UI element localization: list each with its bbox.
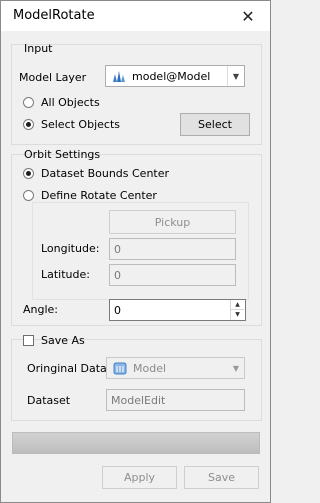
angle-value: 0 xyxy=(114,303,121,317)
close-icon: ✕ xyxy=(241,6,255,26)
latitude-label: Latitude: xyxy=(41,268,90,281)
model-layer-icon xyxy=(113,71,125,82)
title-bar: ModelRotate ✕ xyxy=(1,1,270,31)
progress-bar xyxy=(12,432,260,454)
dataset-label: Dataset xyxy=(27,394,71,407)
angle-spin-buttons[interactable]: ▲ ▼ xyxy=(230,300,244,320)
dataset-field[interactable]: ModelEdit xyxy=(106,389,245,411)
angle-label: Angle: xyxy=(23,303,59,316)
define-rotate-center-label[interactable]: Define Rotate Center xyxy=(41,189,157,202)
latitude-field[interactable]: 0 xyxy=(109,264,236,286)
model-layer-label: Model Layer xyxy=(19,71,87,84)
input-group-title: Input xyxy=(24,42,53,55)
save-as-label[interactable]: Save As xyxy=(41,334,85,347)
spin-down-icon[interactable]: ▼ xyxy=(231,310,244,319)
apply-button[interactable]: Apply xyxy=(102,466,177,489)
define-rotate-center-radio[interactable] xyxy=(23,190,34,201)
progress-fill xyxy=(13,433,259,453)
dataset-bounds-center-radio[interactable] xyxy=(23,168,34,179)
model-layer-value: model@Model xyxy=(132,69,211,83)
longitude-label: Longitude: xyxy=(41,242,100,255)
model-layer-select[interactable]: model@Model ▼ xyxy=(105,65,245,87)
all-objects-radio[interactable] xyxy=(23,97,34,108)
close-button[interactable]: ✕ xyxy=(226,1,270,31)
spin-up-icon[interactable]: ▲ xyxy=(231,300,244,310)
datasource-icon xyxy=(113,362,127,375)
chevron-down-icon: ▼ xyxy=(232,363,240,373)
select-objects-radio[interactable] xyxy=(23,119,34,130)
original-data-select[interactable]: Model ▼ xyxy=(106,357,245,379)
original-data-value: Model xyxy=(133,361,167,375)
model-rotate-dialog: ModelRotate ✕ Input Model Layer model@Mo… xyxy=(0,0,271,503)
save-as-checkbox[interactable] xyxy=(23,335,34,346)
select-button[interactable]: Select xyxy=(180,113,250,136)
angle-stepper[interactable]: 0 ▲ ▼ xyxy=(109,299,246,321)
pickup-button[interactable]: Pickup xyxy=(109,210,236,234)
all-objects-label[interactable]: All Objects xyxy=(41,96,100,109)
window-title: ModelRotate xyxy=(13,8,95,23)
save-button[interactable]: Save xyxy=(184,466,259,489)
dataset-bounds-center-label[interactable]: Dataset Bounds Center xyxy=(41,167,169,180)
chevron-down-icon: ▼ xyxy=(227,66,244,86)
orbit-settings-title: Orbit Settings xyxy=(24,148,101,161)
select-objects-label[interactable]: Select Objects xyxy=(41,118,120,131)
original-data-label: Oringinal Data xyxy=(27,362,107,375)
longitude-field[interactable]: 0 xyxy=(109,238,236,260)
